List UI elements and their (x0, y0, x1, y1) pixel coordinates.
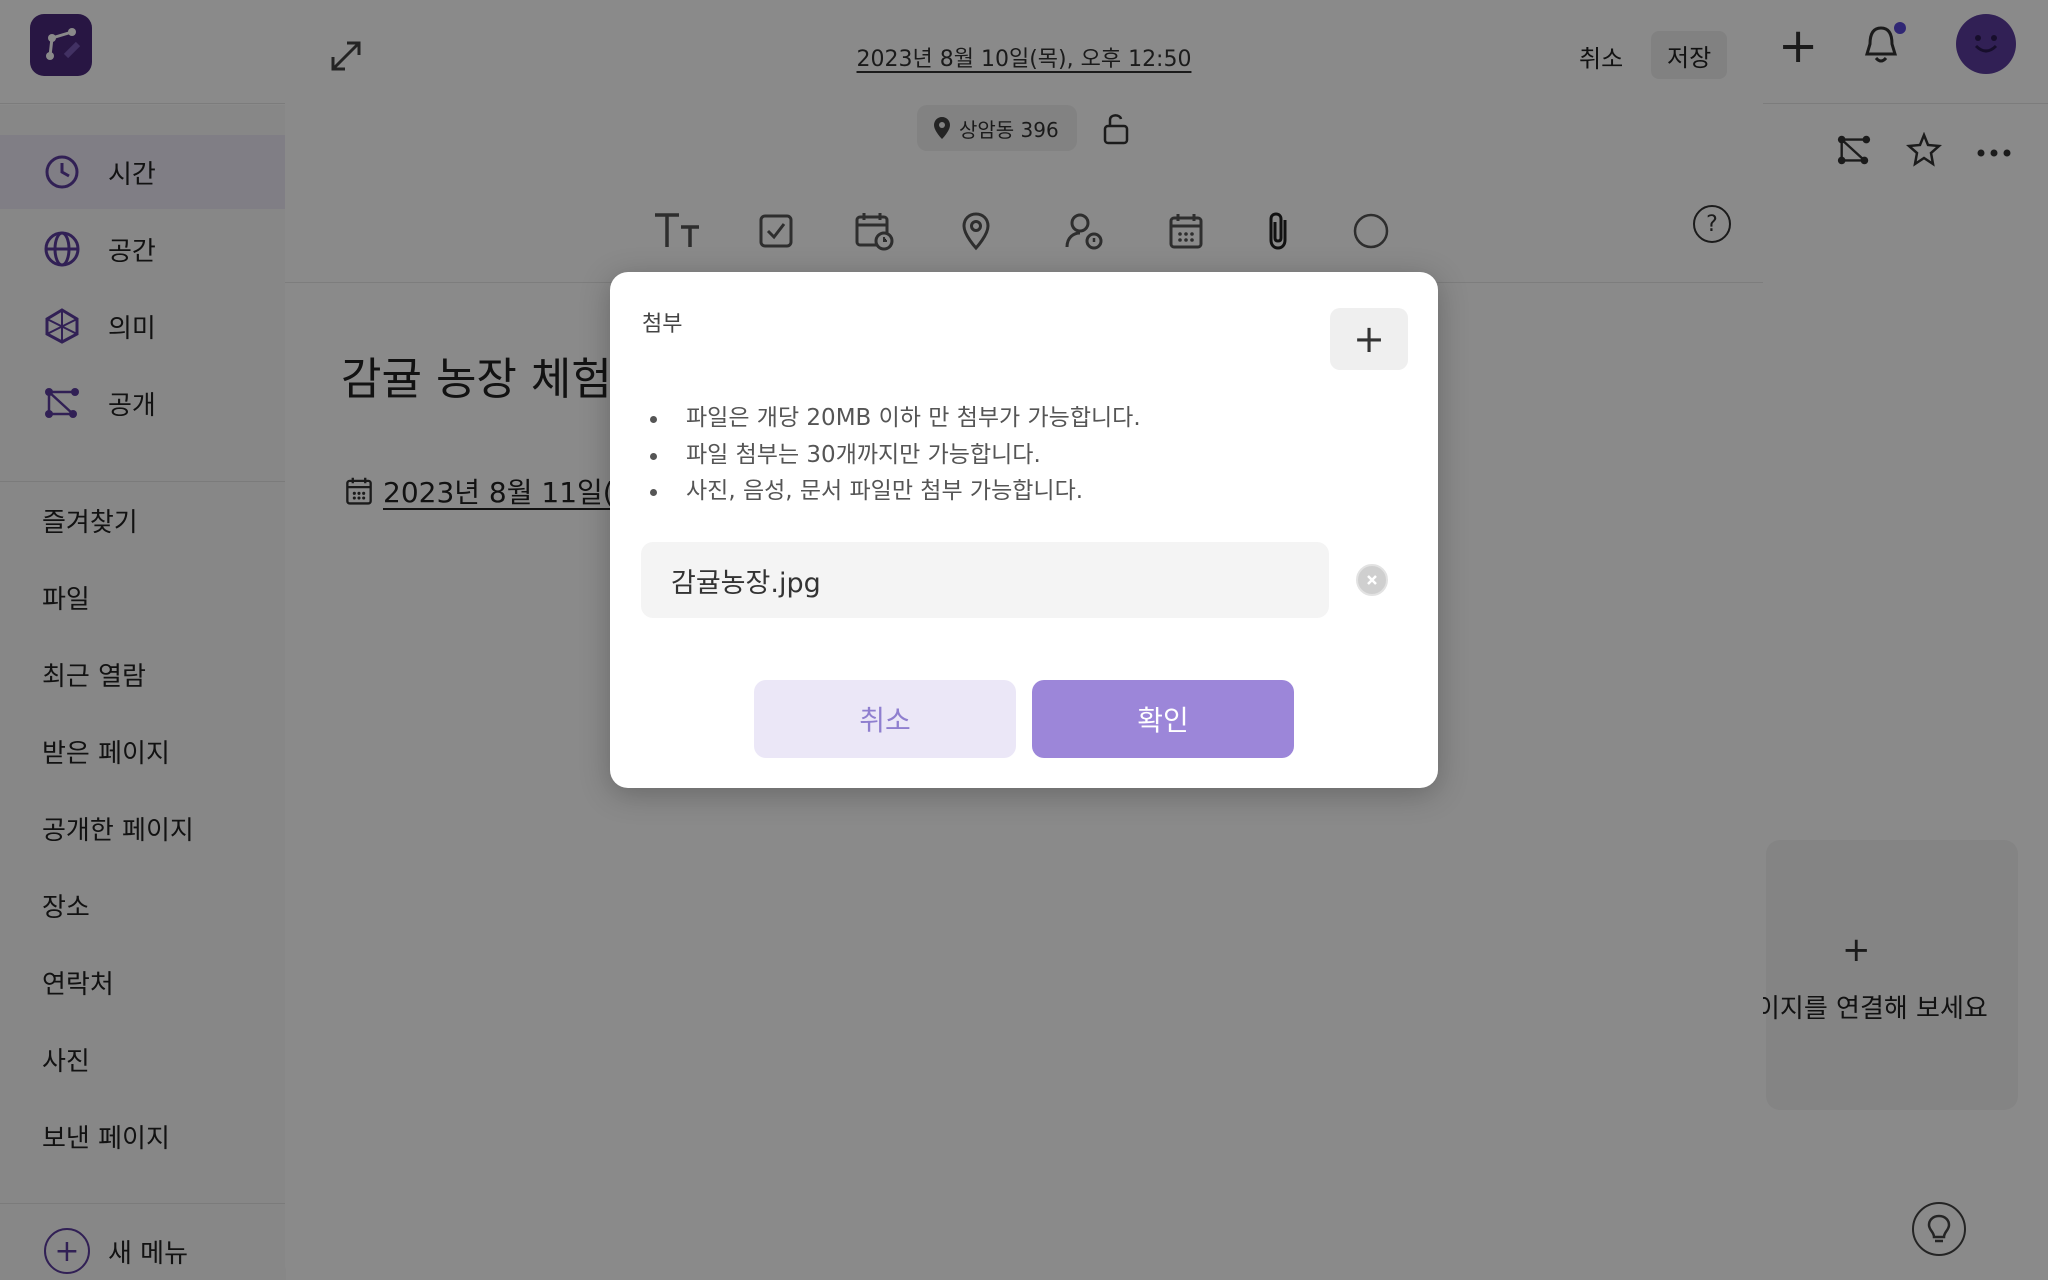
attachment-rules: 파일은 개당 20MB 이하 만 첨부가 가능합니다. 파일 첨부는 30개까지… (640, 400, 1141, 510)
cancel-button[interactable]: 취소 (754, 680, 1016, 758)
remove-file-icon[interactable] (1356, 564, 1388, 596)
confirm-button[interactable]: 확인 (1032, 680, 1294, 758)
rule-item: 파일은 개당 20MB 이하 만 첨부가 가능합니다. (640, 400, 1141, 437)
add-attachment-button[interactable]: + (1330, 308, 1408, 370)
rule-item: 파일 첨부는 30개까지만 가능합니다. (640, 437, 1141, 474)
attached-file-name: 감귤농장.jpg (671, 567, 821, 599)
rule-item: 사진, 음성, 문서 파일만 첨부 가능합니다. (640, 473, 1141, 510)
attachment-dialog: 첨부 + 파일은 개당 20MB 이하 만 첨부가 가능합니다. 파일 첨부는 … (610, 272, 1438, 788)
attached-file: 감귤농장.jpg (641, 542, 1329, 618)
dialog-title: 첨부 (642, 312, 683, 337)
